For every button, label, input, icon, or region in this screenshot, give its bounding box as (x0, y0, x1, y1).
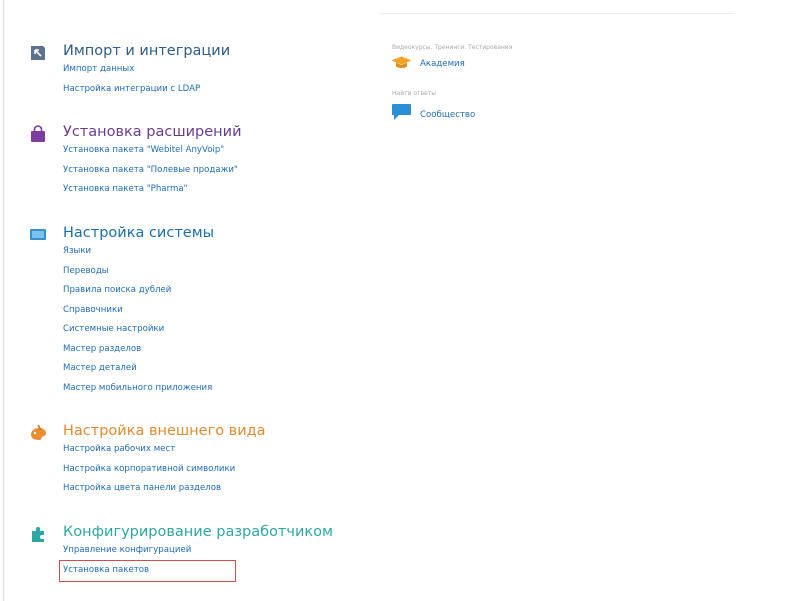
puzzle-icon (32, 527, 44, 542)
palette-icon (31, 424, 46, 440)
top-divider (380, 13, 735, 14)
section-title-developer: Конфигурирование разработчиком (63, 524, 333, 540)
section-title-extensions: Установка расширений (63, 124, 242, 140)
section-title-system: Настройка системы (63, 225, 215, 241)
monitor-icon (30, 229, 46, 240)
left-divider (3, 0, 4, 601)
academy-caption: Видеокурсы. Тренинги. Тестирования (392, 44, 513, 51)
link-section-wizard[interactable]: Мастер разделов (63, 344, 212, 365)
link-detail-wizard[interactable]: Мастер деталей (63, 364, 212, 384)
highlight-box (59, 560, 236, 582)
link-duplicate-rules[interactable]: Правила поиска дублей (63, 286, 212, 306)
community-link[interactable]: Сообщество (420, 110, 475, 120)
link-import-data[interactable]: Импорт данных (63, 65, 200, 85)
link-ldap-integration[interactable]: Настройка интеграции с LDAP (63, 84, 200, 105)
link-system-settings[interactable]: Системные настройки (63, 325, 212, 345)
import-icon (31, 46, 45, 60)
link-install-pharma[interactable]: Установка пакета "Pharma" (63, 185, 238, 205)
link-workplaces[interactable]: Настройка рабочих мест (63, 445, 235, 465)
academy-link[interactable]: Академия (420, 59, 465, 69)
link-install-webitel[interactable]: Установка пакета "Webitel AnyVoip" (63, 146, 238, 166)
link-list-appearance: Настройка рабочих мест Настройка корпора… (63, 445, 235, 504)
link-install-field-sales[interactable]: Установка пакета "Полевые продажи" (63, 165, 238, 186)
link-lookups[interactable]: Справочники (63, 305, 212, 326)
link-section-panel-color[interactable]: Настройка цвета панели разделов (63, 484, 235, 504)
link-list-import: Импорт данных Настройка интеграции с LDA… (63, 65, 200, 104)
link-list-system: Языки Переводы Правила поиска дублей Спр… (63, 247, 212, 403)
section-title-import: Импорт и интеграции (63, 43, 231, 59)
graduation-cap-icon (391, 56, 412, 68)
link-languages[interactable]: Языки (63, 247, 212, 267)
system-designer-page: Импорт и интеграции Импорт данных Настро… (0, 0, 811, 601)
shopping-bag-icon (31, 125, 45, 142)
community-caption: Найти ответы (392, 90, 437, 97)
chat-bubble-icon (392, 104, 411, 120)
link-translations[interactable]: Переводы (63, 266, 212, 287)
link-corporate-branding[interactable]: Настройка корпоративной символики (63, 464, 235, 485)
link-list-extensions: Установка пакета "Webitel AnyVoip" Устан… (63, 146, 238, 205)
link-mobile-wizard[interactable]: Мастер мобильного приложения (63, 383, 212, 404)
section-title-appearance: Настройка внешнего вида (63, 423, 266, 439)
